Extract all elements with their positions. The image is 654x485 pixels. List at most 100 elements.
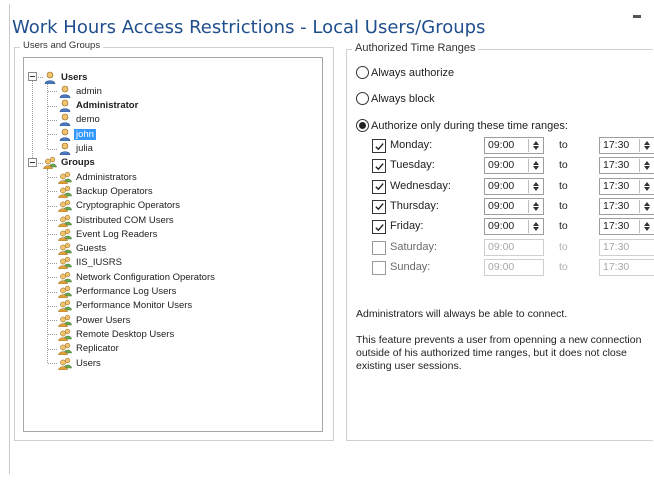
spinner-arrows-icon[interactable]: [639, 199, 653, 213]
collapse-icon[interactable]: [28, 72, 37, 81]
to-label: to: [559, 139, 568, 151]
end-time-input[interactable]: 17:30: [599, 218, 654, 236]
to-label: to: [559, 159, 568, 172]
tree-item[interactable]: Performance Log Users: [58, 285, 176, 299]
tree-item[interactable]: Remote Desktop Users: [58, 327, 174, 341]
tree-connector-line: [48, 191, 57, 193]
day-checkbox[interactable]: [372, 260, 386, 275]
time-value: 17:30: [603, 220, 630, 233]
spinner-arrows-icon[interactable]: [528, 139, 542, 152]
tree-connector-line: [48, 105, 57, 107]
spinner-arrows-icon[interactable]: [639, 159, 653, 173]
spinner-arrows-icon[interactable]: [528, 179, 542, 193]
minimize-icon[interactable]: [633, 15, 641, 18]
day-checkbox[interactable]: [372, 139, 386, 153]
tree-node-users[interactable]: Users: [43, 70, 87, 84]
radio-label: Always authorize: [371, 66, 455, 79]
time-value: 09:00: [488, 260, 515, 273]
user-group-icon: [58, 328, 76, 341]
end-time-input[interactable]: 17:30: [599, 177, 654, 195]
start-time-input[interactable]: 09:00: [484, 177, 544, 195]
spinner-arrows-icon[interactable]: [528, 220, 542, 234]
day-checkbox[interactable]: [372, 179, 386, 194]
spinner-arrows-icon[interactable]: [639, 139, 653, 152]
checkmark-icon: [374, 162, 384, 171]
user-group-icon: [58, 285, 76, 298]
tree-item[interactable]: Performance Monitor Users: [58, 299, 192, 313]
start-time-input[interactable]: 09:00: [484, 218, 544, 236]
end-time-input[interactable]: 17:30: [599, 157, 654, 175]
time-value: 17:30: [603, 139, 630, 151]
radio-authorize-time-ranges[interactable]: Authorize only during these time ranges:: [356, 119, 568, 132]
spinner-arrows-icon[interactable]: [528, 159, 542, 173]
tree-item[interactable]: Guests: [58, 242, 106, 256]
tree-connector-line: [32, 80, 33, 160]
tree-node-groups[interactable]: Groups: [43, 156, 95, 170]
collapse-icon[interactable]: [28, 157, 37, 167]
spinner-arrows-icon[interactable]: [528, 199, 542, 213]
to-label: to: [559, 199, 568, 212]
tree-item[interactable]: Backup Operators: [58, 184, 153, 198]
tree-item[interactable]: Event Log Readers: [58, 227, 157, 241]
time-ranges-panel: Authorized Time Ranges Always authorize …: [346, 42, 654, 441]
tree-item[interactable]: Power Users: [58, 313, 130, 327]
day-label: Saturday:: [390, 240, 438, 253]
day-checkbox[interactable]: [372, 220, 386, 235]
tree-item[interactable]: Network Configuration Operators: [58, 270, 215, 284]
tree-item[interactable]: Users: [58, 356, 101, 370]
tree-item-label: Performance Monitor Users: [76, 300, 193, 312]
time-value: 17:30: [603, 159, 630, 172]
tree-item-label: Remote Desktop Users: [76, 328, 175, 340]
day-checkbox[interactable]: [372, 199, 386, 214]
end-time-input[interactable]: 17:30: [599, 137, 654, 154]
end-time-input[interactable]: 17:30: [599, 258, 654, 276]
tree-item[interactable]: admin: [58, 84, 102, 98]
tree-connector-line: [48, 177, 57, 179]
single-user-icon: [58, 99, 76, 113]
tree-connector-line: [48, 348, 57, 350]
time-value: 09:00: [488, 139, 515, 151]
day-checkbox[interactable]: [372, 159, 386, 174]
tree-item[interactable]: Administrator: [58, 99, 138, 113]
tree-item[interactable]: demo: [58, 113, 100, 127]
radio-button-icon[interactable]: [356, 92, 369, 105]
tree-connector-line: [48, 305, 57, 307]
checkmark-icon: [374, 183, 384, 191]
start-time-input[interactable]: 09:00: [484, 197, 544, 215]
tree-connector-line: [48, 134, 57, 136]
tree-connector-line: [48, 91, 57, 93]
day-checkbox[interactable]: [372, 240, 386, 255]
tree-item[interactable]: Administrators: [58, 170, 137, 184]
tree-item[interactable]: john: [58, 127, 96, 141]
window-left-border: [9, 4, 10, 474]
tree-item[interactable]: julia: [58, 142, 93, 156]
tree-item[interactable]: IIS_IUSRS: [58, 256, 122, 270]
day-row-tuesday: Tuesday: 09:00 to 17:30: [370, 157, 654, 175]
start-time-input[interactable]: 09:00: [484, 157, 544, 175]
radio-label: Always block: [371, 92, 435, 105]
end-time-input[interactable]: 17:30: [599, 197, 654, 215]
end-time-input[interactable]: 17:30: [599, 238, 654, 256]
tree-item-label: Guests: [76, 243, 107, 255]
spinner-arrows-icon[interactable]: [639, 220, 653, 234]
tree-item[interactable]: Replicator: [58, 342, 119, 356]
tree-connector-line: [48, 234, 57, 236]
radio-always-authorize[interactable]: Always authorize: [356, 66, 454, 79]
day-row-monday: Monday: 09:00 to 17:30: [370, 137, 654, 154]
tree-item[interactable]: Distributed COM Users: [58, 213, 174, 227]
users-groups-tree[interactable]: Users admin Administrator demo john julia Grou…: [23, 57, 323, 432]
day-label: Wednesday:: [390, 179, 451, 192]
spinner-arrows-icon[interactable]: [639, 179, 653, 193]
tree-connector-line: [48, 262, 57, 264]
start-time-input[interactable]: 09:00: [484, 258, 544, 276]
radio-button-icon[interactable]: [356, 119, 369, 132]
start-time-input[interactable]: 09:00: [484, 137, 544, 154]
user-group-icon: [58, 357, 76, 370]
user-group-icon: [58, 256, 76, 270]
day-label: Thursday:: [390, 199, 439, 212]
radio-always-block[interactable]: Always block: [356, 92, 435, 105]
radio-button-icon[interactable]: [356, 66, 369, 79]
tree-connector-line: [48, 248, 57, 250]
start-time-input[interactable]: 09:00: [484, 238, 544, 256]
tree-item[interactable]: Cryptographic Operators: [58, 199, 180, 213]
